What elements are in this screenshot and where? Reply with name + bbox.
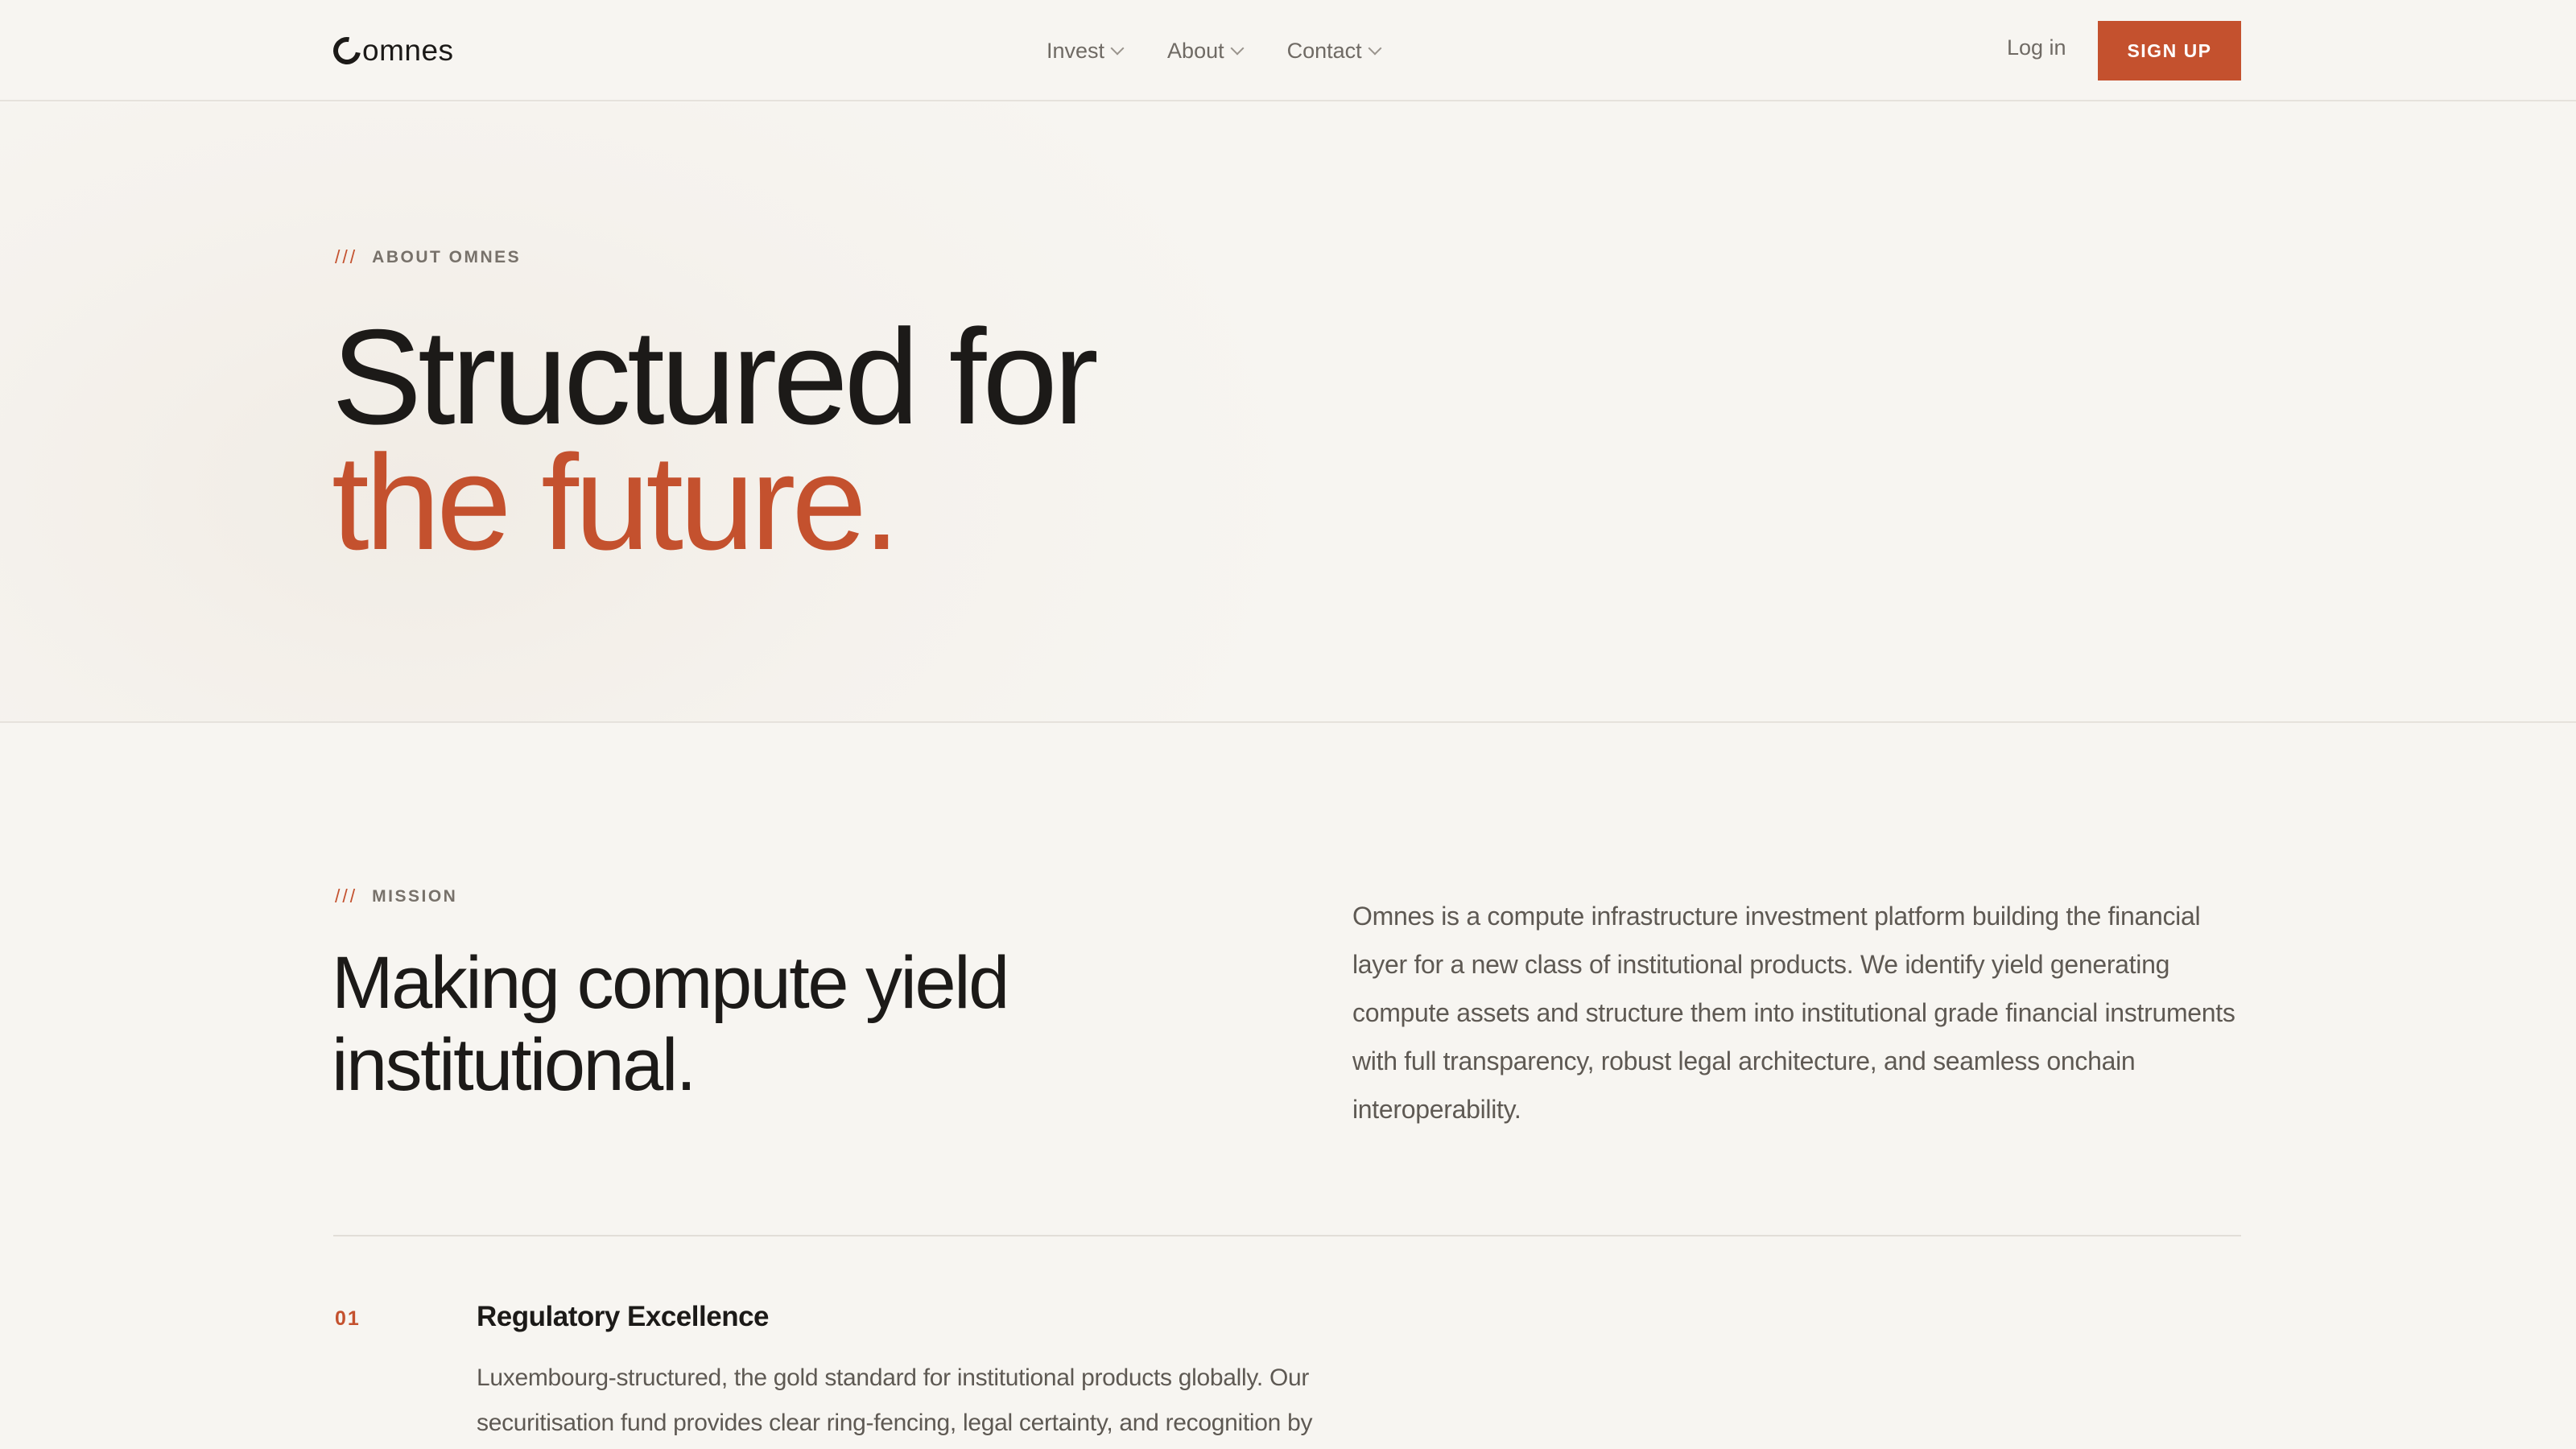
feature-title: Regulatory Excellence: [477, 1301, 770, 1332]
nav-item-contact[interactable]: Contact: [1286, 38, 1382, 64]
hero-eyebrow-label: ABOUT OMNES: [372, 247, 522, 266]
hero-title-line2: the future.: [332, 427, 900, 578]
chevron-down-icon: [1110, 41, 1125, 56]
brand-logo[interactable]: omnes: [328, 31, 454, 71]
feature-number: 01: [335, 1307, 361, 1330]
slash-marker: ///: [335, 886, 358, 906]
hero-title: Structured for the future.: [332, 301, 1099, 578]
top-navigation: omnes Invest About Contact Log in SIGN U…: [0, 0, 2576, 101]
section-divider: [333, 1235, 2241, 1236]
mission-eyebrow: /// MISSION: [335, 886, 457, 907]
chevron-down-icon: [1230, 41, 1245, 56]
chevron-down-icon: [1368, 41, 1382, 56]
nav-item-invest[interactable]: Invest: [1046, 38, 1125, 64]
mission-eyebrow-label: MISSION: [372, 886, 458, 906]
login-link[interactable]: Log in: [2007, 35, 2066, 60]
main-menu: Invest About Contact: [1046, 31, 1382, 71]
hero-eyebrow: /// ABOUT OMNES: [335, 246, 521, 268]
signup-button[interactable]: SIGN UP: [2098, 21, 2241, 80]
nav-item-label: Contact: [1286, 38, 1362, 63]
brand-name: omnes: [362, 34, 454, 67]
feature-description: Luxembourg-structured, the gold standard…: [477, 1364, 1313, 1436]
mission-title: Making compute yield institutional.: [332, 942, 1009, 1106]
hero-section: /// ABOUT OMNES Structured for the futur…: [0, 103, 2576, 723]
ring-icon: [328, 31, 366, 70]
nav-item-about[interactable]: About: [1167, 38, 1245, 64]
hero-title-line1: Structured for: [332, 301, 1099, 452]
nav-item-label: About: [1167, 38, 1224, 63]
slash-marker: ///: [335, 246, 358, 267]
nav-item-label: Invest: [1046, 38, 1105, 63]
mission-description: Omnes is a compute infrastructure invest…: [1352, 902, 2235, 1124]
